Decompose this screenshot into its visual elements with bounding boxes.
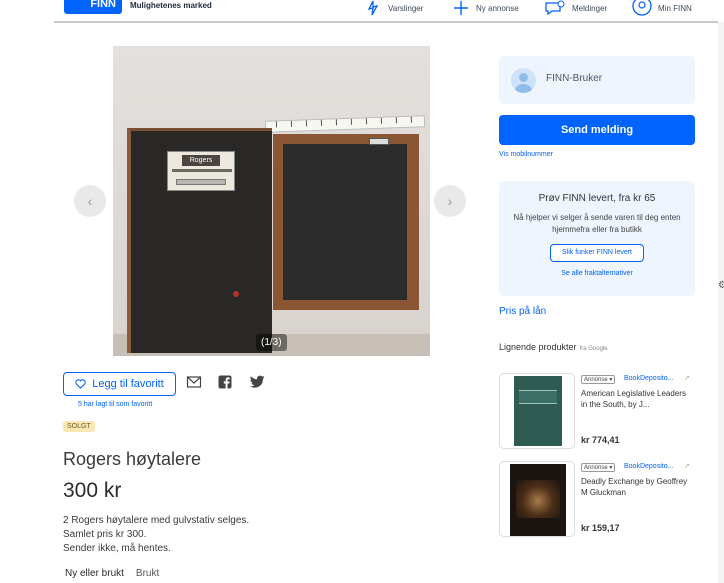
- how-finn-delivery-works-button[interactable]: Slik funker FINN levert: [550, 244, 644, 262]
- email-icon[interactable]: [186, 375, 202, 389]
- speaker-front-photo: [273, 134, 419, 310]
- condition-label: Ny eller brukt: [65, 568, 124, 579]
- ad-tag[interactable]: Annonse ▾: [581, 375, 616, 384]
- right-edge-background: [718, 22, 724, 583]
- nav-messages[interactable]: Meldinger: [544, 0, 607, 16]
- book-cover: [514, 376, 562, 446]
- nav-label: Varslinger: [388, 3, 424, 13]
- bell-icon: [367, 0, 379, 16]
- condition-row: Ny eller brukt Brukt: [65, 568, 159, 579]
- top-bar: FINN Mulighetenes marked Varslinger Ny a…: [0, 0, 724, 22]
- photo-brand-label: Rogers: [182, 155, 220, 166]
- next-image-button[interactable]: ›: [434, 185, 466, 217]
- condition-value: Brukt: [135, 568, 160, 579]
- header-divider: [54, 21, 718, 23]
- chevron-left-icon: ‹: [87, 193, 93, 209]
- external-link-icon[interactable]: ↗: [684, 374, 690, 382]
- product-image[interactable]: [499, 461, 575, 537]
- add-favorite-button[interactable]: Legg til favoritt: [63, 372, 176, 396]
- description-line: Samlet pris kr 300.: [63, 529, 147, 540]
- book-cover: [510, 464, 566, 536]
- speaker-back-photo: Rogers: [127, 128, 272, 353]
- listing-price: 300 kr: [63, 479, 122, 502]
- logo-tagline: Mulighetenes marked: [130, 1, 212, 10]
- show-mobile-link[interactable]: Vis mobilnummer: [499, 151, 553, 158]
- loan-price-link[interactable]: Pris på lån: [499, 306, 546, 317]
- send-message-button[interactable]: Send melding: [499, 115, 695, 145]
- description-line: Sender ikke, må hentes.: [63, 543, 171, 554]
- finn-logo[interactable]: FINN: [64, 0, 122, 14]
- product-name[interactable]: American Legislative Leaders in the Sout…: [581, 388, 693, 410]
- image-gallery[interactable]: Rogers (1/3): [113, 46, 430, 356]
- product-price: kr 774,41: [581, 435, 620, 445]
- seller-card: FINN-Bruker: [499, 56, 695, 104]
- shipping-options-link[interactable]: Se alle fraktalternativer: [499, 270, 695, 277]
- status-badge: SOLGT: [63, 421, 95, 432]
- similar-products-heading: Lignende produkter fra Google: [499, 342, 608, 352]
- previous-image-button[interactable]: ‹: [74, 185, 106, 217]
- plus-icon: [454, 1, 468, 15]
- nav-label: Min FINN: [658, 3, 692, 13]
- avatar: [511, 68, 536, 93]
- ad-tag[interactable]: Annonse ▾: [581, 463, 616, 472]
- nav-label: Ny annonse: [476, 3, 519, 13]
- similar-product[interactable]: Annonse ▾ BookDeposito... ↗ American Leg…: [499, 373, 695, 449]
- heart-icon: [75, 379, 86, 389]
- similar-source: fra Google: [579, 346, 608, 352]
- twitter-icon[interactable]: [250, 375, 265, 388]
- listing-description: 2 Rogers høytalere med gulvstativ selges…: [63, 514, 249, 556]
- similar-product[interactable]: Annonse ▾ BookDeposito... ↗ Deadly Excha…: [499, 461, 695, 537]
- shipping-text: Nå hjelper vi selger å sende varen til d…: [513, 213, 681, 234]
- logo-text: FINN: [90, 0, 116, 10]
- shipping-card: Prøv FINN levert, fra kr 65 Nå hjelper v…: [499, 181, 695, 296]
- nav-notifications[interactable]: Varslinger: [364, 0, 423, 16]
- favorite-count: 5 har lagt til som favoritt: [78, 401, 153, 408]
- page: FINN Mulighetenes marked Varslinger Ny a…: [0, 0, 724, 583]
- product-name[interactable]: Deadly Exchange by Geoffrey M Gluckman: [581, 476, 693, 498]
- product-image[interactable]: [499, 373, 575, 449]
- image-counter: (1/3): [256, 334, 287, 351]
- favorite-label: Legg til favoritt: [92, 378, 164, 390]
- listing-title: Rogers høytalere: [63, 449, 202, 469]
- nav-my-finn[interactable]: Min FINN: [632, 0, 692, 16]
- chevron-right-icon: ›: [447, 193, 453, 209]
- nav-label: Meldinger: [572, 3, 608, 13]
- product-price: kr 159,17: [581, 523, 620, 533]
- gear-icon[interactable]: ⚙: [718, 280, 724, 291]
- product-store[interactable]: BookDeposito...: [624, 463, 673, 470]
- seller-name: FINN-Bruker: [546, 73, 603, 84]
- shipping-title: Prøv FINN levert, fra kr 65: [538, 193, 656, 204]
- nav-new-ad[interactable]: Ny annonse: [452, 0, 519, 16]
- similar-heading-text: Lignende produkter: [499, 342, 577, 352]
- product-store[interactable]: BookDeposito...: [624, 375, 673, 382]
- user-icon: [632, 0, 652, 16]
- chat-icon: [545, 0, 565, 16]
- description-line: 2 Rogers høytalere med gulvstativ selges…: [63, 515, 250, 526]
- external-link-icon[interactable]: ↗: [684, 462, 690, 470]
- facebook-icon[interactable]: [218, 375, 232, 389]
